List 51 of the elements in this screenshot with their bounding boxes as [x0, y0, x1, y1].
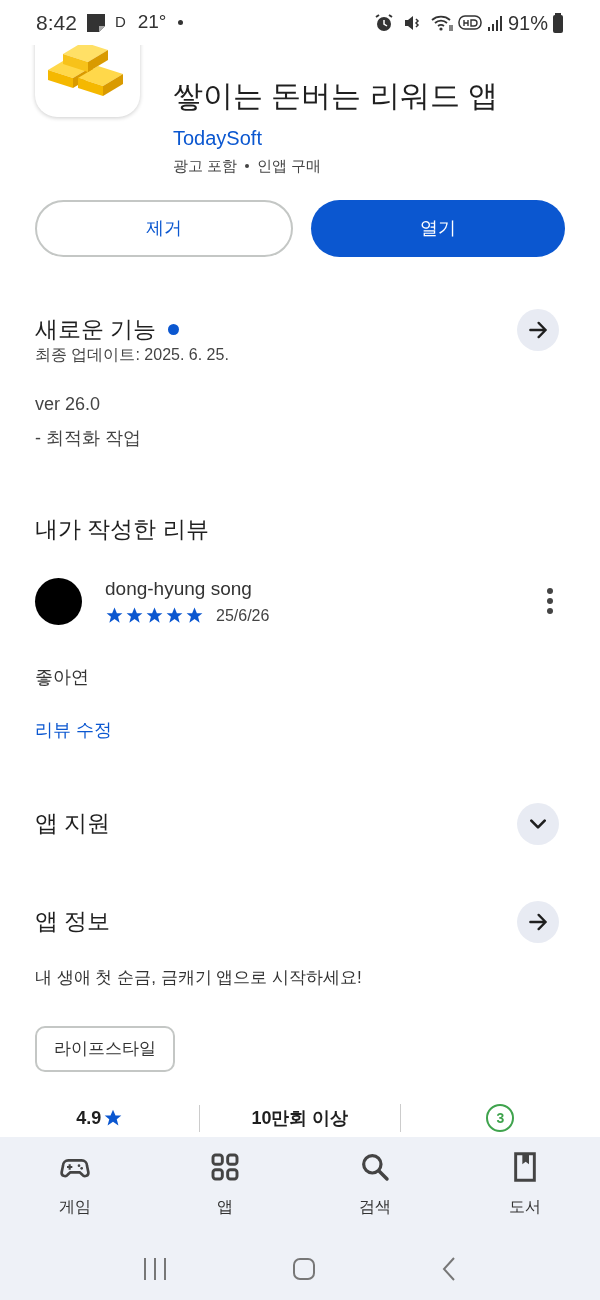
more-options-button[interactable] [545, 588, 555, 615]
star-icon [165, 606, 184, 625]
note-icon [84, 11, 107, 34]
apps-grid-icon [209, 1151, 241, 1183]
section-title: 앱 지원 [35, 809, 111, 839]
update-date: 최종 업데이트: 2025. 6. 25. [34, 344, 230, 365]
arrow-button[interactable] [517, 900, 559, 943]
release-note: ver 26.0 [35, 392, 101, 416]
star-icon [185, 606, 204, 625]
app-meta: 광고 포함 [173, 156, 238, 176]
review-date: 25/6/26 [216, 605, 270, 626]
nav-tab[interactable]: 도서 [450, 1151, 600, 1249]
developer-link[interactable]: TodaySoft [173, 123, 262, 153]
star-icon [125, 606, 144, 625]
home-icon[interactable] [291, 1256, 317, 1282]
alarm-icon [373, 12, 394, 33]
section-title: 새로운 기능 [35, 315, 157, 345]
clock: 8:42 [36, 9, 77, 36]
open-button[interactable]: 열기 [311, 199, 565, 257]
nav-tab[interactable]: 검색 [300, 1151, 450, 1249]
search-icon [359, 1151, 391, 1183]
rating-value: 4.9 [76, 1106, 102, 1130]
avatar [35, 577, 82, 625]
recent-apps-icon[interactable] [141, 1256, 169, 1282]
app-title: 쌓이는 돈버는 리워드 앱 [173, 78, 498, 114]
star-icon [145, 606, 164, 625]
reviewer-name: dong-hyung song [105, 577, 252, 601]
download-count: 10만회 이상 [251, 1106, 349, 1130]
age-rating-badge: 3 [486, 1104, 515, 1132]
section-title: 앱 정보 [35, 907, 111, 937]
review-text: 좋아연 [34, 665, 90, 689]
edit-review-link[interactable]: 리뷰 수정 [35, 716, 112, 744]
section-title: 내가 작성한 리뷰 [34, 514, 210, 544]
arrow-right-icon [528, 320, 548, 339]
nav-tab[interactable]: 앱 [150, 1151, 300, 1249]
star-icon [105, 606, 124, 625]
battery-level: 91% [507, 10, 548, 36]
arrow-button[interactable] [517, 308, 559, 351]
release-note: - 최적화 작업 [35, 426, 141, 450]
battery-icon [552, 11, 564, 34]
hd-icon [457, 12, 482, 33]
expand-button[interactable] [517, 802, 559, 845]
arrow-right-icon [528, 912, 548, 931]
app-description: 내 생애 첫 순금, 금캐기 앱으로 시작하세요! [34, 966, 363, 989]
nav-tab[interactable]: 게임 [0, 1151, 150, 1249]
app-meta: 인앱 구매 [257, 156, 322, 176]
notification-letter: D [114, 12, 126, 33]
chevron-down-icon [530, 818, 546, 829]
uninstall-button[interactable]: 제거 [35, 199, 293, 257]
temperature: 21° [137, 10, 167, 35]
category-chip[interactable]: 라이프스타일 [35, 1026, 175, 1072]
